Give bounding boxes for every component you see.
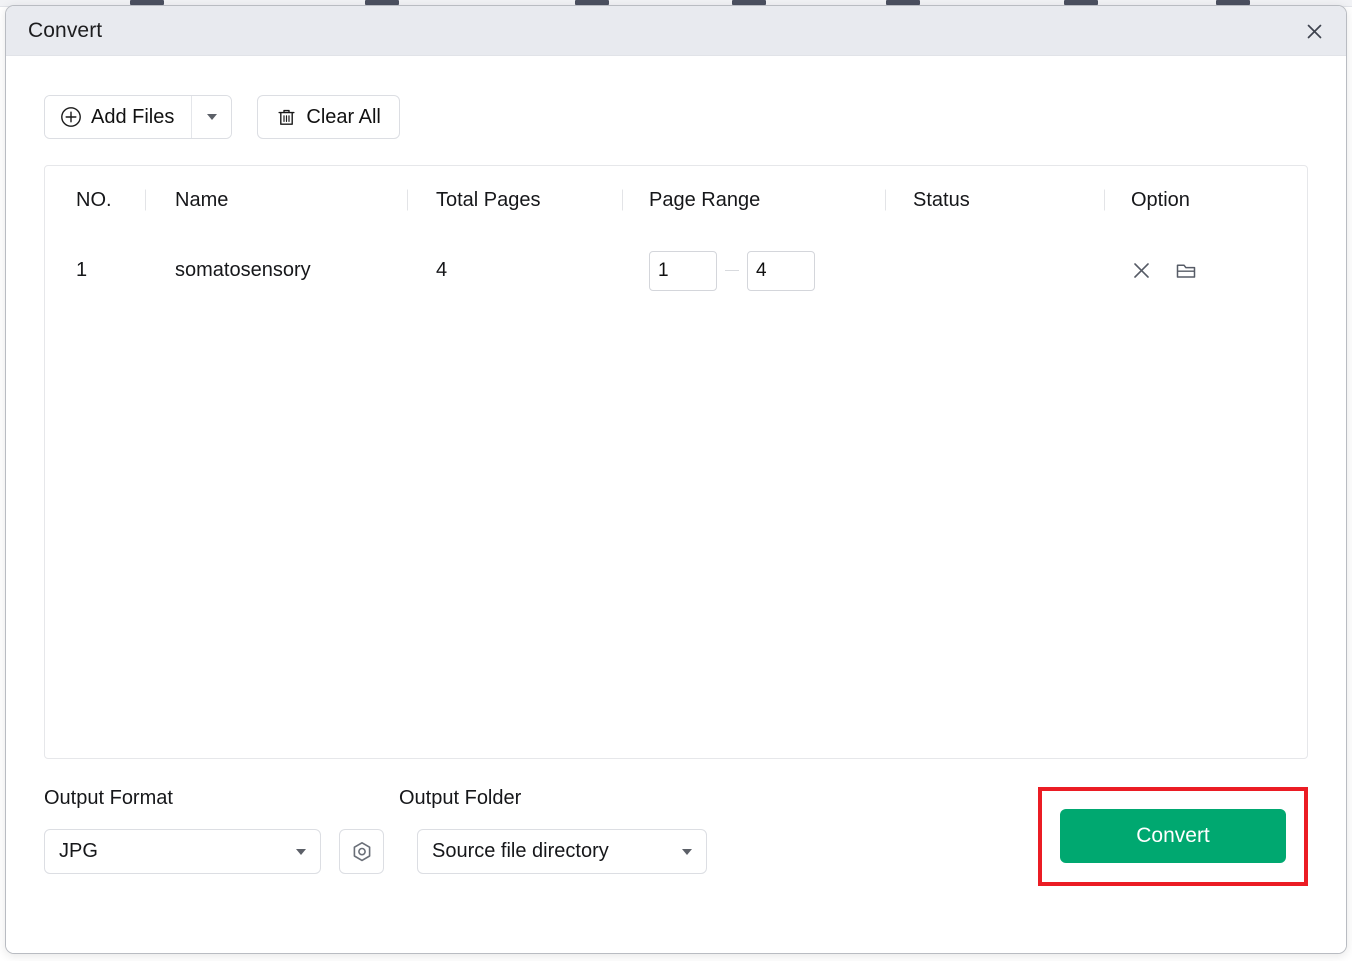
cell-no: 1 — [76, 259, 88, 281]
table-row[interactable]: 1 somatosensory 4 — [45, 234, 1307, 307]
file-list-panel: NO. Name Total Pages Page Range Status O… — [44, 165, 1308, 759]
output-folder-label: Output Folder — [399, 787, 522, 809]
toolbar: Add Files Clear All — [44, 56, 1308, 139]
convert-dialog: Convert Add Files Clear All NO. Name Tot… — [5, 5, 1347, 954]
chevron-down-icon — [296, 848, 306, 855]
footer: Output Format Output Folder JPG Source f… — [44, 787, 1308, 886]
add-files-button-group: Add Files — [44, 95, 233, 139]
output-format-label: Output Format — [44, 787, 173, 809]
add-files-button[interactable]: Add Files — [45, 96, 192, 138]
add-files-dropdown-button[interactable] — [191, 96, 232, 138]
column-header-option: Option — [1104, 166, 1304, 234]
column-header-name: Name — [145, 166, 407, 234]
column-header-status: Status — [885, 166, 1104, 234]
close-button[interactable] — [1294, 13, 1334, 49]
page-range-to-input[interactable] — [747, 250, 815, 291]
close-icon — [1307, 24, 1321, 38]
output-format-select[interactable]: JPG — [44, 829, 321, 874]
output-format-value: JPG — [59, 840, 98, 862]
file-table-header: NO. Name Total Pages Page Range Status O… — [45, 166, 1307, 234]
cell-status — [885, 234, 1104, 307]
dialog-body: Add Files Clear All NO. Name Total Pages… — [6, 56, 1346, 953]
close-icon — [1134, 263, 1149, 278]
dialog-title: Convert — [28, 18, 103, 42]
cell-option — [1104, 234, 1304, 307]
hexagon-settings-icon — [353, 841, 370, 861]
column-header-no: NO. — [76, 188, 112, 211]
cell-page-range — [622, 234, 885, 307]
convert-button[interactable]: Convert — [1060, 809, 1286, 863]
chevron-down-icon — [682, 848, 692, 855]
circle-plus-icon — [61, 107, 81, 127]
cell-total-pages: 4 — [436, 259, 448, 281]
column-header-page-range: Page Range — [622, 166, 885, 234]
chevron-down-icon — [206, 114, 217, 120]
open-folder-button[interactable] — [1175, 260, 1197, 281]
range-separator — [725, 270, 739, 271]
format-settings-button[interactable] — [339, 829, 384, 874]
column-header-total-pages: Total Pages — [407, 166, 622, 234]
remove-file-button[interactable] — [1131, 260, 1152, 281]
output-folder-value: Source file directory — [432, 840, 609, 862]
output-folder-select[interactable]: Source file directory — [417, 829, 707, 874]
cell-file-name: somatosensory — [175, 259, 311, 281]
clear-all-button[interactable]: Clear All — [257, 95, 400, 139]
trash-icon — [278, 109, 295, 125]
add-files-label: Add Files — [91, 105, 175, 128]
page-range-from-input[interactable] — [649, 250, 717, 291]
dialog-titlebar: Convert — [6, 6, 1346, 56]
clear-all-label: Clear All — [306, 105, 381, 128]
folder-icon — [1176, 264, 1196, 278]
